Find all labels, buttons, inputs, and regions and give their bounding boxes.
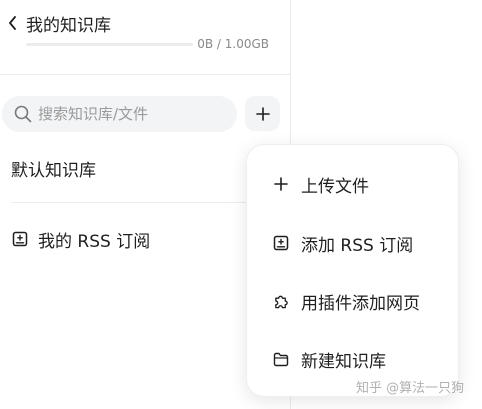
app-root: 我的知识库 0B / 1.00GB 默认知识库 我的 RSS 订阅 [0, 0, 482, 409]
menu-item-upload-file[interactable]: 上传文件 [273, 170, 369, 198]
menu-item-new-kb[interactable]: 新建知识库 [273, 345, 386, 373]
back-chevron-icon[interactable] [6, 15, 18, 31]
plus-icon [273, 176, 289, 192]
header-divider [0, 74, 290, 75]
plus-icon [255, 106, 270, 121]
watermark: 知乎 @算法一只狗 [356, 381, 465, 396]
list-divider [11, 202, 276, 203]
search-input[interactable] [38, 105, 218, 123]
add-button[interactable] [245, 96, 280, 131]
rss-add-icon [273, 235, 289, 251]
search-box[interactable] [2, 96, 237, 132]
sidebar-item-label: 默认知识库 [11, 160, 96, 181]
menu-item-label: 新建知识库 [301, 351, 386, 372]
search-icon [14, 105, 32, 123]
sidebar-item-label: 我的 RSS 订阅 [38, 231, 151, 252]
menu-item-add-rss[interactable]: 添加 RSS 订阅 [273, 229, 413, 257]
page-title: 我的知识库 [26, 15, 111, 36]
header: 我的知识库 [6, 12, 111, 36]
storage-usage-text: 0B / 1.00GB [197, 37, 269, 51]
menu-item-label: 添加 RSS 订阅 [301, 235, 414, 256]
menu-item-add-webpage-plugin[interactable]: 用插件添加网页 [273, 287, 420, 315]
puzzle-icon [273, 293, 289, 309]
storage-progress-bar [26, 43, 193, 46]
folder-icon [273, 351, 289, 367]
sidebar-item-default-kb[interactable]: 默认知识库 [11, 155, 96, 181]
rss-subscription-icon [12, 231, 28, 247]
menu-item-label: 用插件添加网页 [301, 293, 420, 314]
sidebar-item-rss[interactable]: 我的 RSS 订阅 [12, 226, 150, 252]
menu-item-label: 上传文件 [301, 176, 369, 197]
add-menu-popup: 上传文件 添加 RSS 订阅 用插件添加网页 新建知识库 [246, 144, 459, 397]
